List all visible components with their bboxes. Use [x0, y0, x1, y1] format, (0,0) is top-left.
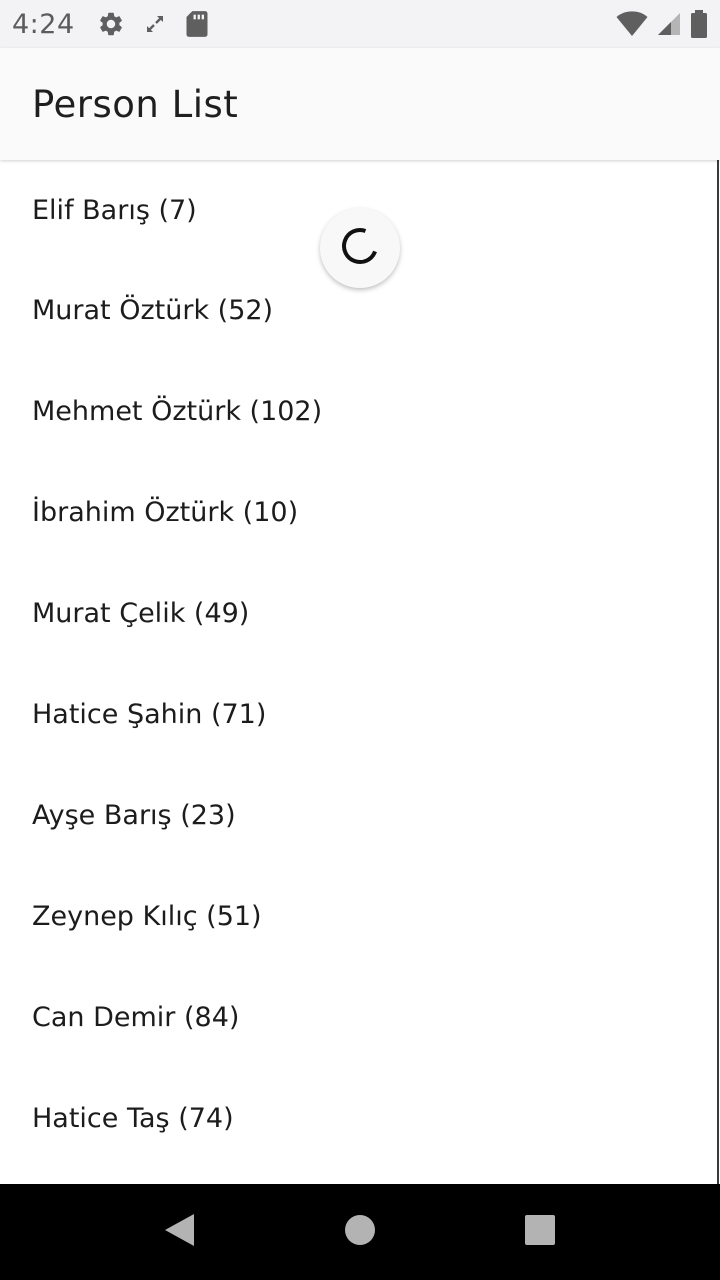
status-time: 4:24 — [12, 8, 75, 40]
back-button[interactable] — [130, 1184, 230, 1280]
recents-icon — [524, 1214, 556, 1250]
scroll-edge-indicator — [717, 160, 719, 1184]
list-item[interactable]: Zeynep Kılıç (51) — [0, 866, 720, 967]
list-item[interactable]: Can Demir (84) — [0, 967, 720, 1068]
list-item[interactable]: İbrahim Öztürk (10) — [0, 462, 720, 563]
person-list: Elif Barış (7) Murat Öztürk (52) Mehmet … — [0, 160, 720, 1169]
screen: 4:24 Person List Elif Barış (7) Murat Öz… — [0, 0, 720, 1280]
list-item[interactable]: Hatice Taş (74) — [0, 1068, 720, 1169]
list-item[interactable]: Murat Çelik (49) — [0, 563, 720, 664]
recents-button[interactable] — [490, 1184, 590, 1280]
person-list-container[interactable]: Elif Barış (7) Murat Öztürk (52) Mehmet … — [0, 160, 720, 1184]
gear-icon — [97, 10, 125, 38]
navigation-bar — [0, 1184, 720, 1280]
list-item[interactable]: Hatice Şahin (71) — [0, 664, 720, 765]
battery-icon — [690, 10, 708, 38]
wifi-icon — [616, 11, 648, 37]
cell-signal-icon — [656, 11, 682, 37]
status-right-icons — [616, 10, 708, 38]
page-title: Person List — [32, 82, 239, 126]
status-bar: 4:24 — [0, 0, 720, 48]
home-button[interactable] — [310, 1184, 410, 1280]
sd-card-icon — [185, 10, 209, 38]
app-bar: Person List — [0, 48, 720, 160]
back-icon — [163, 1212, 197, 1252]
fullscreen-icon — [143, 12, 167, 36]
refresh-spinner-icon — [338, 224, 382, 272]
refresh-spinner — [320, 208, 400, 288]
list-item[interactable]: Mehmet Öztürk (102) — [0, 361, 720, 462]
list-item[interactable]: Ayşe Barış (23) — [0, 765, 720, 866]
home-icon — [344, 1214, 376, 1250]
status-left-icons — [97, 10, 209, 38]
